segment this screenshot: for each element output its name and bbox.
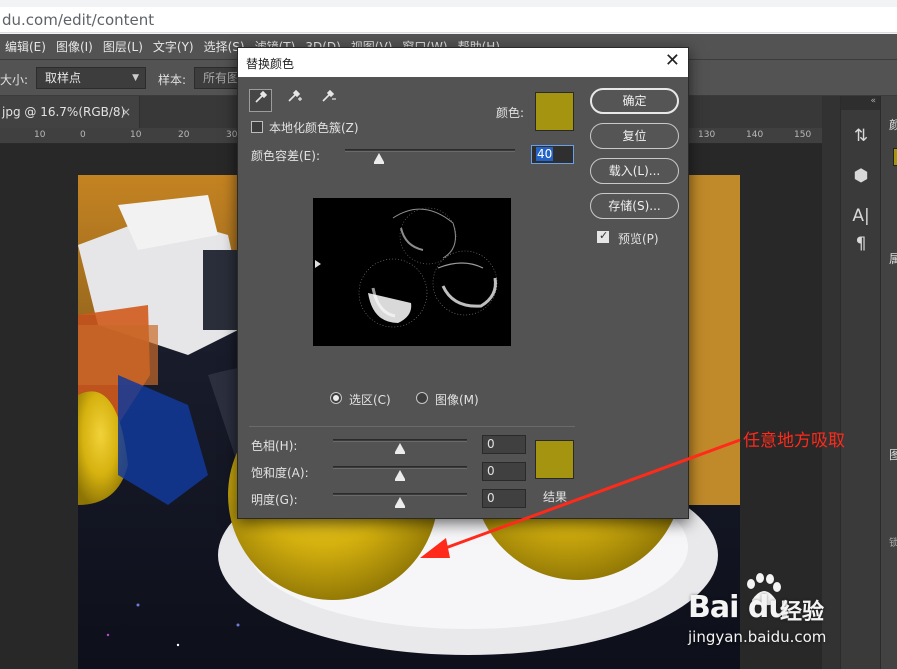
watermark-domain: jingyan.baidu.com	[688, 628, 827, 646]
watermark-product: 经验	[780, 600, 825, 625]
baidu-jingyan-watermark: Bai du 经验 jingyan.baidu.com	[688, 568, 858, 652]
annotation-text: 任意地方吸取	[743, 431, 845, 451]
watermark-brand: Bai du	[688, 590, 790, 625]
